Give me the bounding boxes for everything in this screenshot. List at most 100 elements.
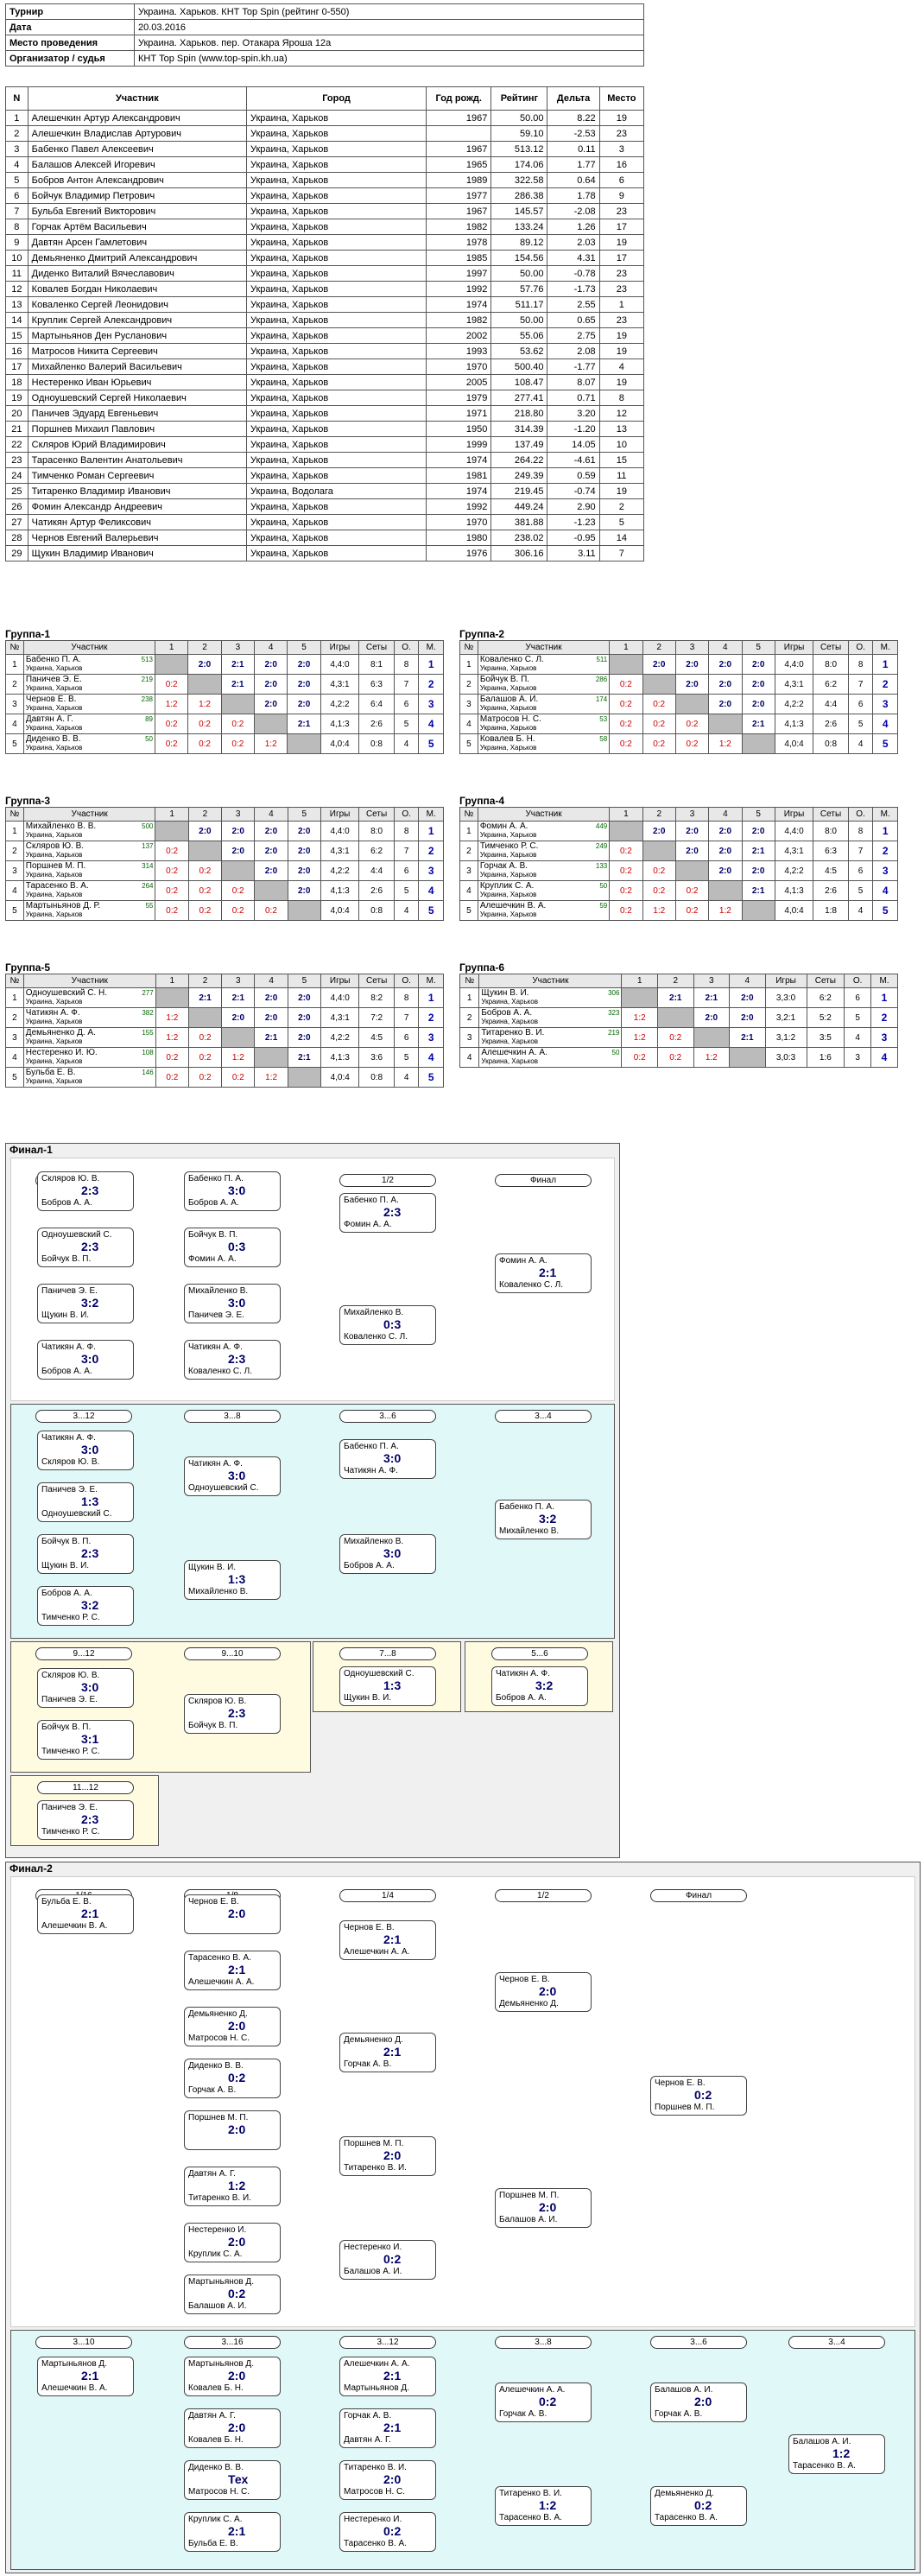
group-column-header: Участник	[22, 807, 156, 822]
player-cell: 1.77	[547, 156, 600, 173]
match-player-1: Поршнев М. П.	[344, 2139, 404, 2148]
player-cell: 11	[5, 265, 28, 282]
player-cell: 14	[5, 312, 28, 328]
sets-cell: 3:6	[358, 1047, 395, 1068]
player-city: Украина, Харьков	[481, 1037, 538, 1045]
match-score: 0:2	[155, 714, 189, 734]
group-player: Диденко В. В. 50 Украина, Харьков	[22, 733, 156, 754]
player-cell: Коваленко Сергей Леонидович	[27, 296, 247, 313]
match-score: 2:1	[81, 1907, 99, 1920]
match-box: Бабенко П. А. 3:2 Михайленко В.	[495, 1500, 592, 1539]
player-rating: 382	[142, 1009, 154, 1017]
player-cell: 11	[598, 467, 645, 484]
table-row: 12 Ковалев Богдан Николаевич Украина, Харь…	[5, 281, 645, 297]
match-score: 2:0	[228, 1907, 246, 1920]
group-row: 2 Скляров Ю. В. 137 Украина, Харьков 0:2 2:0 2…	[5, 841, 444, 861]
match-score: 2:3	[81, 1240, 99, 1253]
player-cell: 9	[5, 234, 28, 251]
match-player-1: Диденко В. В.	[188, 2463, 244, 2472]
group-column-header: 1	[609, 807, 643, 822]
player-name: Алешечкин А. А.	[481, 1048, 547, 1057]
player-name: Круплик С. А.	[479, 881, 535, 891]
player-city: Украина, Харьков	[25, 891, 83, 898]
match-box: Мартыньянов Д. 0:2 Балашов А. И.	[184, 2275, 281, 2314]
match-score: 2:1	[741, 714, 775, 734]
match-box: Скляров Ю. В. 2:3 Бойчук В. П.	[184, 1694, 281, 1734]
player-cell: 133.24	[490, 219, 548, 235]
player-city: Украина, Харьков	[479, 684, 537, 692]
player-name: Михайленко В. В.	[25, 822, 97, 831]
info-row: Организатор / судья КНТ Top Spin (www.top…	[5, 50, 644, 67]
group-row: 4 Матросов Н. С. 53 Украина, Харьков 0:2 0:2 0…	[459, 714, 898, 734]
player-cell: Украина, Харьков	[245, 265, 427, 282]
match-score: 1:2	[708, 900, 743, 921]
points-cell: 5	[393, 1047, 420, 1068]
match-score: 2:0	[228, 2235, 246, 2249]
match-player-1: Горчак А. В.	[344, 2411, 392, 2421]
players-header-row: N Участник Город Год рожд. Рейтинг Дельта Мест…	[5, 86, 645, 111]
player-cell: 1	[5, 110, 28, 126]
group-row: 5 Алешечкин В. А. 59 Украина, Харьков 0:2 1:2…	[459, 900, 898, 921]
group-column-header: Участник	[477, 807, 611, 822]
player-cell	[426, 125, 492, 142]
match-score: 2:3	[228, 1706, 246, 1720]
player-city: Украина, Харьков	[481, 1018, 538, 1025]
match-player-2: Ковалев Б. Н.	[188, 2383, 244, 2393]
points-cell: 5	[844, 1007, 872, 1028]
player-name: Бабенко П. А.	[25, 655, 81, 664]
player-cell: -4.61	[547, 452, 600, 468]
player-rating: 314	[142, 862, 154, 870]
group-player: Бульба Е. В. 146 Украина, Харьков	[22, 1067, 156, 1088]
column-header: Год рожд.	[426, 86, 492, 111]
sets-cell: 2:6	[358, 880, 395, 901]
group-row-number: 3	[5, 1027, 24, 1048]
group-row: 3 Демьяненко Д. А. 155 Украина, Харьков 1:2 0…	[5, 1027, 444, 1048]
match-score: 2:1	[228, 2524, 246, 2538]
match-score: 0:2	[220, 714, 256, 734]
player-rating: 249	[595, 842, 608, 850]
player-cell: 13	[5, 296, 28, 313]
match-box: Михайленко В. 3:0 Бобров А. А.	[339, 1534, 436, 1574]
player-rating: 108	[142, 1049, 154, 1056]
place-cell: 3	[418, 1027, 444, 1048]
group-column-header: 2	[642, 640, 676, 655]
sets-cell: 8:0	[358, 821, 395, 841]
match-box: Паничев Э. Е. 3:2 Щукин В. И.	[37, 1284, 134, 1323]
points-cell: 8	[393, 987, 420, 1008]
match-player-2: Чатикян А. Ф.	[344, 1466, 398, 1475]
player-cell: Тимченко Роман Сергеевич	[27, 467, 247, 484]
match-score: 3:0	[81, 1352, 99, 1366]
player-rating: 306	[608, 989, 620, 997]
group-row-number: 2	[459, 841, 478, 861]
player-cell: 17	[598, 250, 645, 266]
player-city: Украина, Харьков	[479, 831, 537, 839]
match-player-1: Паничев Э. Е.	[41, 1485, 98, 1494]
table-row: 25 Титаренко Владимир Иванович Украина, Во…	[5, 483, 645, 499]
games-cell: 4,1:3	[774, 880, 814, 901]
player-cell: 4	[5, 156, 28, 173]
points-cell: 4	[847, 900, 874, 921]
match-score: 2:0	[674, 821, 710, 841]
group-header-row: № Участник 1 2 3 4 5 Игры Сеты О. М.	[5, 974, 444, 988]
match-score: 0:2	[609, 714, 643, 734]
match-player-1: Нестеренко И.	[188, 2225, 247, 2235]
sets-cell: 6:2	[806, 987, 845, 1008]
match-score: 2:0	[708, 860, 743, 881]
player-name: Титаренко В. И.	[481, 1028, 545, 1037]
match-score: 1:2	[228, 2179, 246, 2192]
stage-label: Финал	[495, 1174, 592, 1187]
games-cell: 4,1:3	[774, 714, 814, 734]
player-cell: 219.45	[490, 483, 548, 499]
player-cell: 19	[598, 483, 645, 499]
player-cell: 4.31	[547, 250, 600, 266]
group-player: Михайленко В. В. 500 Украина, Харьков	[22, 821, 156, 841]
stage-label: 11...12	[37, 1781, 134, 1794]
player-rating: 50	[611, 1049, 620, 1056]
player-cell: 314.39	[490, 421, 548, 437]
match-player-1: Бабенко П. А.	[344, 1196, 399, 1205]
sets-cell: 0:8	[358, 1067, 395, 1088]
player-rating: 50	[599, 882, 608, 890]
player-cell: 1981	[426, 467, 492, 484]
player-cell: 1989	[426, 172, 492, 188]
stage-label: 3...8	[495, 2336, 592, 2349]
